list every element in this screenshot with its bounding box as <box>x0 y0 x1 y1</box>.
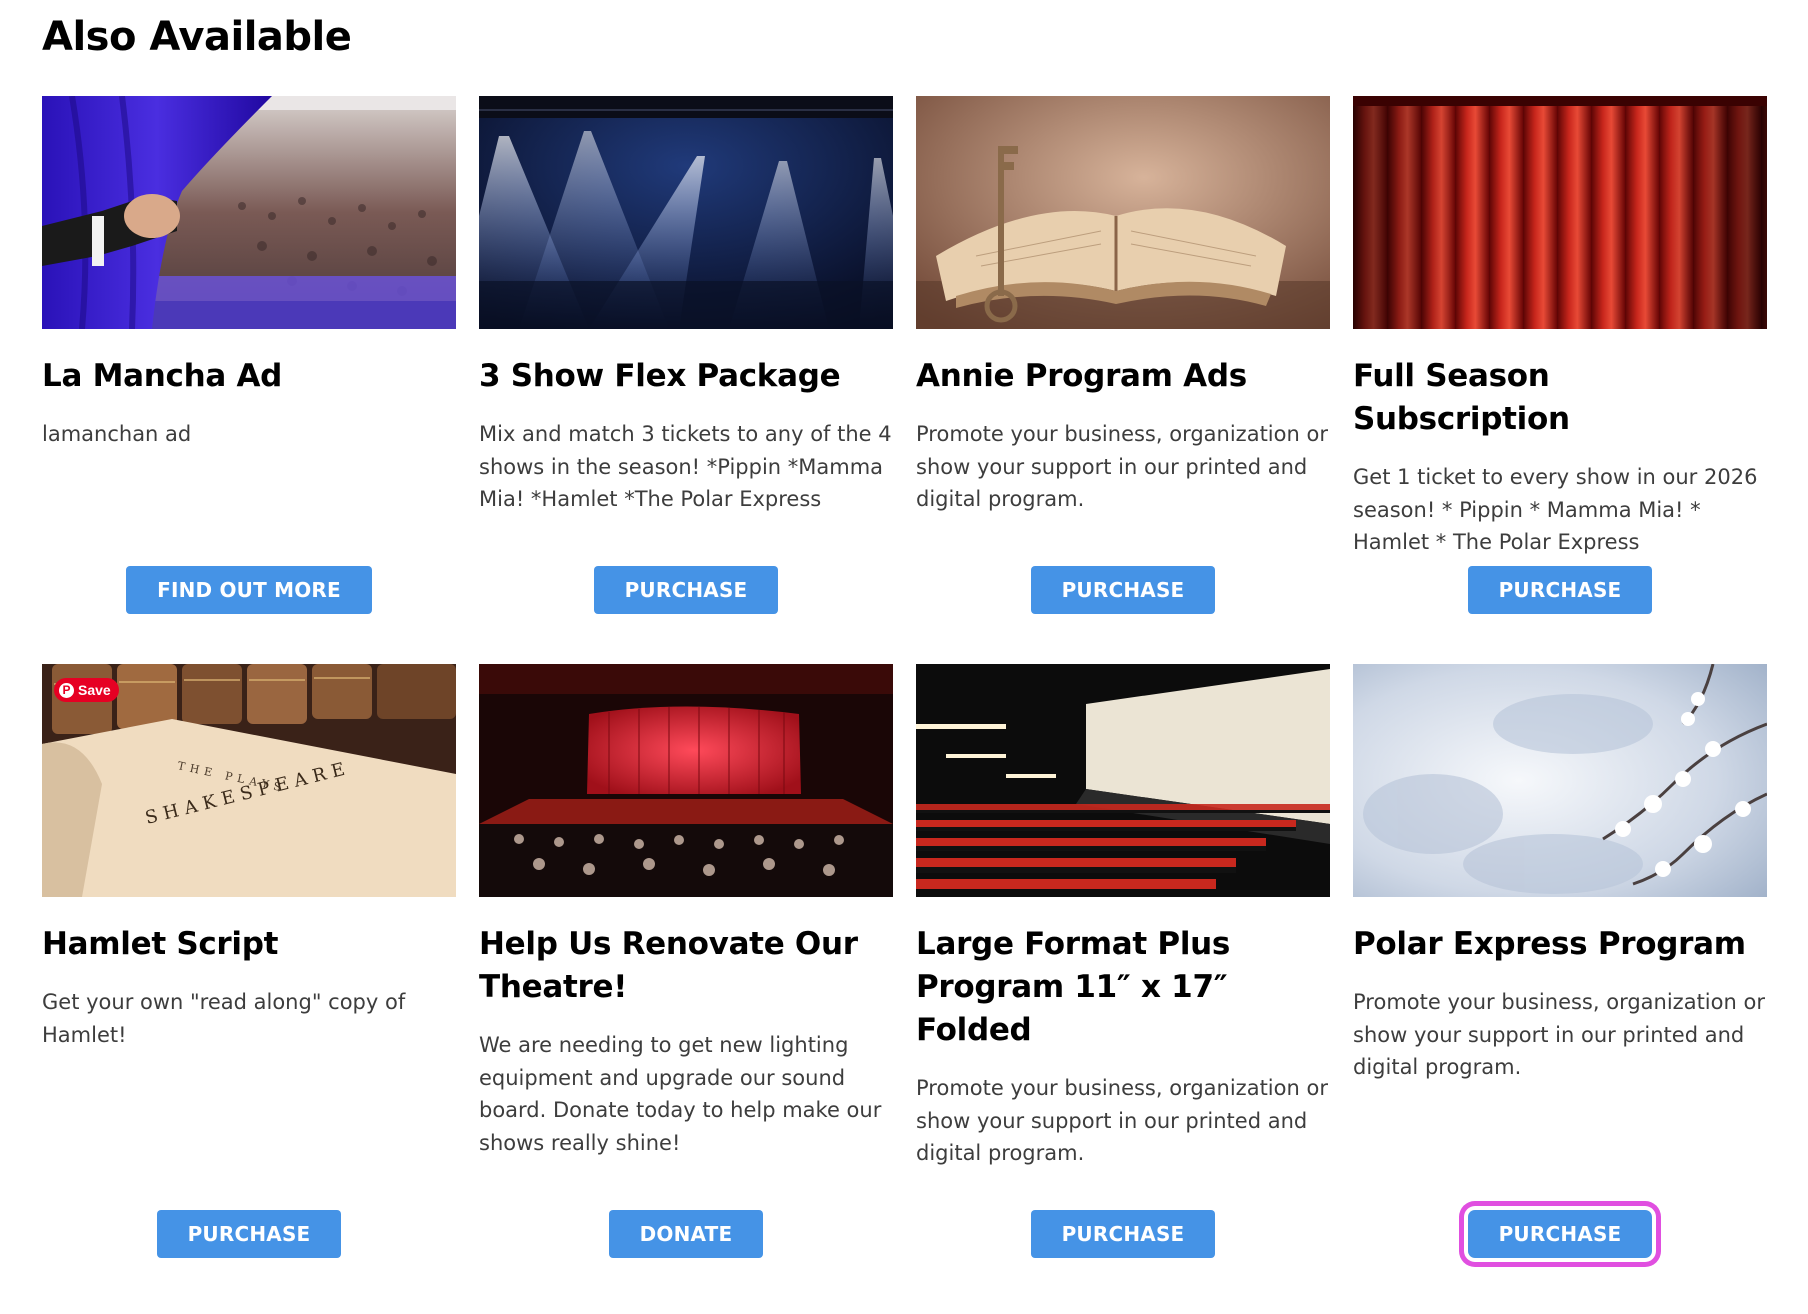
card-image-shakespeare-book[interactable]: THE PLAYS SHAKESPEARE P Save <box>42 664 456 897</box>
product-card: Large Format Plus Program 11″ x 17″ Fold… <box>916 664 1330 1264</box>
card-image-theatre-stage[interactable] <box>479 664 893 897</box>
card-3-action: PURCHASE <box>1353 566 1767 614</box>
spotlights-illustration <box>479 96 893 329</box>
card-0-action: FIND OUT MORE <box>42 566 456 614</box>
book-key-illustration <box>916 96 1330 329</box>
card-image-book-and-key[interactable] <box>916 96 1330 329</box>
also-available-page: Also Available La Mancha Ad lamanchan ad… <box>0 0 1808 1314</box>
card-title[interactable]: La Mancha Ad <box>42 355 456 398</box>
red-curtain-illustration <box>1353 96 1767 329</box>
pinterest-save-button[interactable]: P Save <box>54 678 119 702</box>
theatre-stage-illustration <box>479 664 893 897</box>
card-description: Get 1 ticket to every show in our 2026 s… <box>1353 465 1758 554</box>
card-description: Promote your business, organization or s… <box>916 422 1328 511</box>
purchase-button[interactable]: PURCHASE <box>1030 566 1216 614</box>
cinema-screen-illustration <box>916 664 1330 897</box>
card-5-action: DONATE <box>479 1210 893 1258</box>
card-2-action: PURCHASE <box>916 566 1330 614</box>
snowy-branches-illustration <box>1353 664 1767 897</box>
card-description: Get your own "read along" copy of Hamlet… <box>42 990 406 1047</box>
card-image-stage-spotlights[interactable] <box>479 96 893 329</box>
card-image-theatre-curtain-audience[interactable] <box>42 96 456 329</box>
product-card: Help Us Renovate Our Theatre! We are nee… <box>479 664 893 1264</box>
product-card: THE PLAYS SHAKESPEARE P Save Hamlet Scri… <box>42 664 456 1264</box>
card-4-action: PURCHASE <box>42 1210 456 1258</box>
card-title[interactable]: Large Format Plus Program 11″ x 17″ Fold… <box>916 923 1330 1052</box>
card-6-action: PURCHASE <box>916 1210 1330 1258</box>
card-title[interactable]: Annie Program Ads <box>916 355 1330 398</box>
card-1-action: PURCHASE <box>479 566 893 614</box>
product-card: Polar Express Program Promote your busin… <box>1353 664 1767 1264</box>
product-grid: La Mancha Ad lamanchan ad 3 Show Flex Pa… <box>42 96 1767 1264</box>
find-out-more-button[interactable]: FIND OUT MORE <box>126 566 372 614</box>
card-description: Mix and match 3 tickets to any of the 4 … <box>479 422 892 511</box>
purchase-button[interactable]: PURCHASE <box>1030 1210 1216 1258</box>
donate-button[interactable]: DONATE <box>608 1210 764 1258</box>
purchase-button[interactable]: PURCHASE <box>593 566 779 614</box>
card-title[interactable]: 3 Show Flex Package <box>479 355 893 398</box>
card-description: We are needing to get new lighting equip… <box>479 1033 882 1155</box>
card-image-snowy-branches[interactable] <box>1353 664 1767 897</box>
card-7-action: PURCHASE <box>1353 1210 1767 1258</box>
card-title[interactable]: Full Season Subscription <box>1353 355 1767 441</box>
card-description: lamanchan ad <box>42 422 192 446</box>
purchase-button[interactable]: PURCHASE <box>1467 566 1653 614</box>
section-title: Also Available <box>42 14 352 60</box>
card-description: Promote your business, organization or s… <box>916 1076 1328 1165</box>
card-title[interactable]: Polar Express Program <box>1353 923 1767 966</box>
card-title[interactable]: Hamlet Script <box>42 923 456 966</box>
card-image-cinema-screen[interactable] <box>916 664 1330 897</box>
audience-curtain-illustration <box>42 96 456 329</box>
purchase-button[interactable]: PURCHASE <box>156 1210 342 1258</box>
pinterest-icon: P <box>59 682 74 698</box>
card-description: Promote your business, organization or s… <box>1353 990 1765 1079</box>
purchase-button-focused[interactable]: PURCHASE <box>1467 1210 1653 1258</box>
save-label: Save <box>78 682 111 698</box>
card-image-red-curtain[interactable] <box>1353 96 1767 329</box>
card-title[interactable]: Help Us Renovate Our Theatre! <box>479 923 893 1009</box>
